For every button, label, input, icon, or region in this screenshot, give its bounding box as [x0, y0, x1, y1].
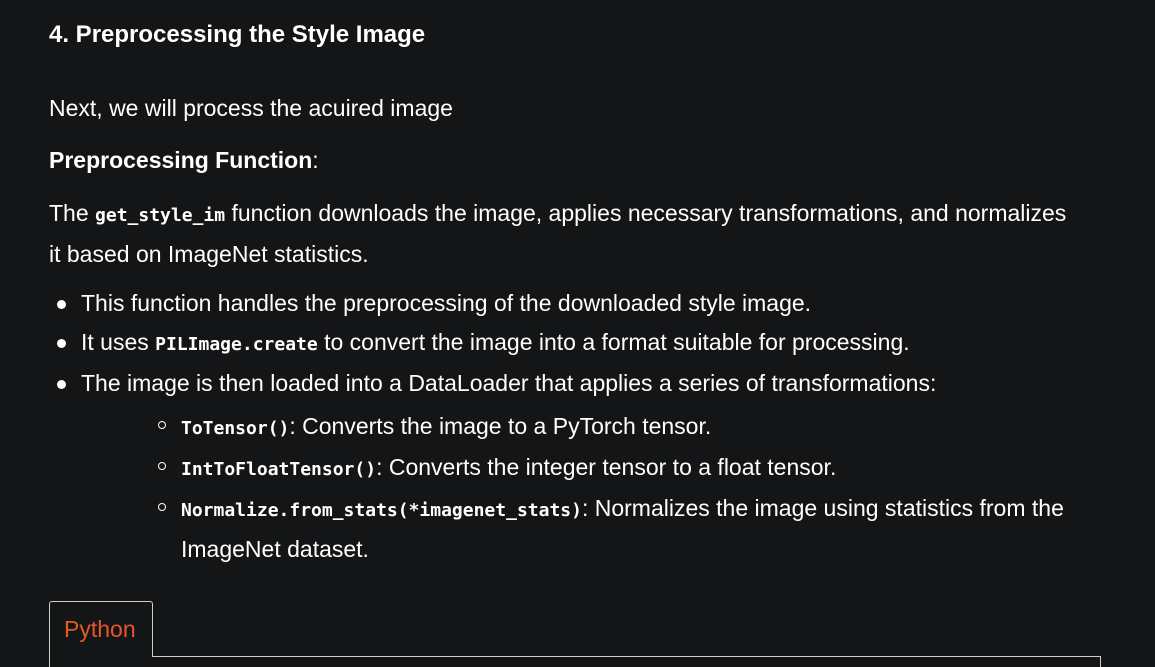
sub-bullet-list: ToTensor(): Converts the image to a PyTo… — [157, 407, 1097, 568]
function-label-paragraph: Preprocessing Function: — [49, 141, 319, 180]
intro-paragraph: Next, we will process the acuired image — [49, 95, 453, 121]
function-label: Preprocessing Function — [49, 147, 313, 173]
bullet-text-before: It uses — [81, 329, 156, 355]
sub-bullet-item: Normalize.from_stats(*imagenet_stats): N… — [157, 489, 1097, 568]
sub-bullet-text: : Converts the image to a PyTorch tensor… — [289, 413, 712, 439]
code-tab-label: Python — [64, 616, 136, 642]
function-label-colon: : — [312, 147, 319, 173]
section-heading: 4. Preprocessing the Style Image — [49, 21, 426, 48]
bullet-text: The image is then loaded into a DataLoad… — [81, 370, 937, 396]
bullet-list: This function handles the preprocessing … — [49, 284, 1109, 403]
bullet-text-after: to convert the image into a format suita… — [317, 329, 910, 355]
sub-bullet-text: : Converts the integer tensor to a float… — [376, 454, 837, 480]
sub-bullet-item: IntToFloatTensor(): Converts the integer… — [157, 448, 1097, 489]
bullet-item: This function handles the preprocessing … — [49, 284, 1109, 323]
bullet-item: The image is then loaded into a DataLoad… — [49, 364, 1109, 403]
sub-bullet-code: IntToFloatTensor() — [181, 459, 377, 480]
description-paragraph: The get_style_im function downloads the … — [49, 194, 1069, 274]
bullet-item: It uses PILImage.create to convert the i… — [49, 323, 1109, 364]
bullet-code: PILImage.create — [155, 334, 318, 355]
code-block-panel — [49, 656, 1101, 667]
sub-bullet-code: Normalize.from_stats(*imagenet_stats) — [181, 500, 582, 521]
function-name-code: get_style_im — [95, 205, 226, 226]
description-before: The — [49, 200, 96, 226]
sub-bullet-item: ToTensor(): Converts the image to a PyTo… — [157, 407, 1097, 448]
code-tab-python[interactable]: Python — [49, 601, 153, 657]
bullet-text: This function handles the preprocessing … — [81, 290, 812, 316]
sub-bullet-code: ToTensor() — [181, 418, 290, 439]
